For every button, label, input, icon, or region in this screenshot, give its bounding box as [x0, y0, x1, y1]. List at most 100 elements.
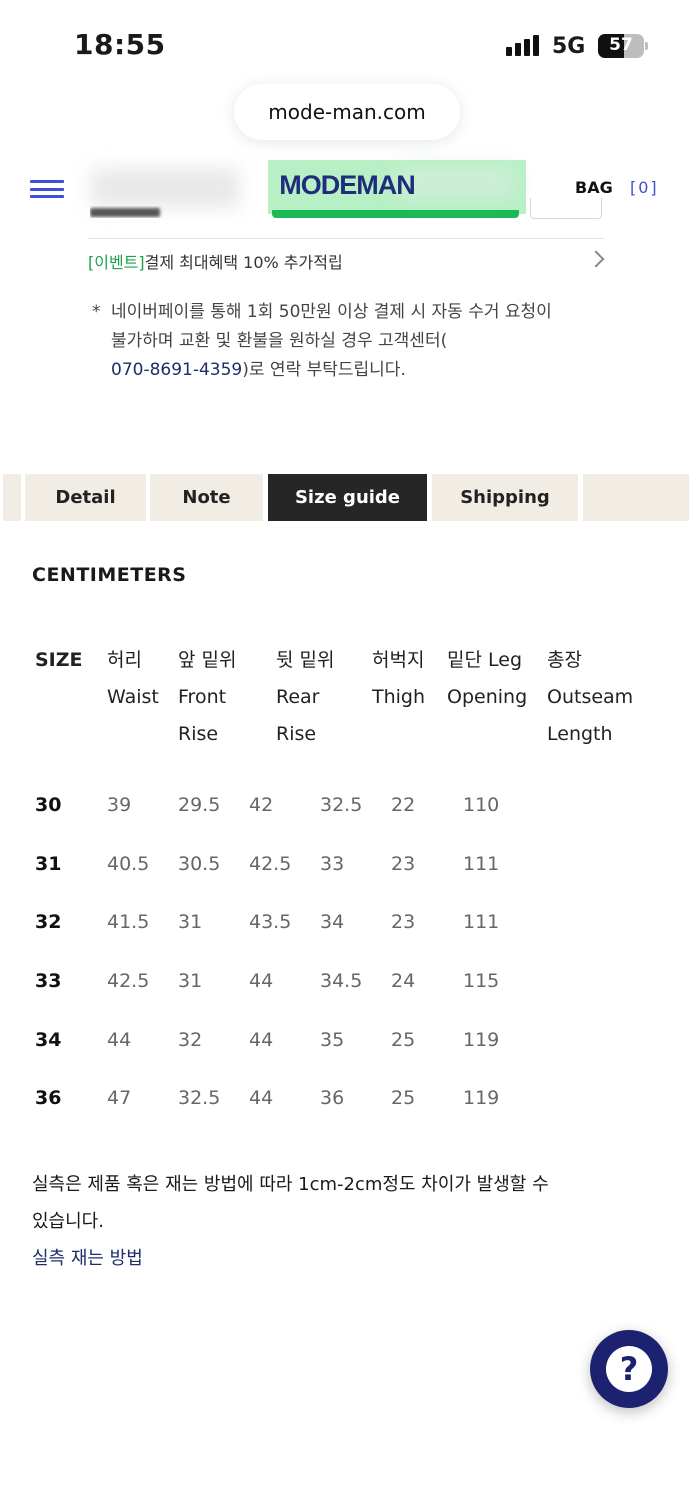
- size-header-text: 허벅지: [372, 649, 425, 671]
- bag-link[interactable]: BAG: [575, 178, 613, 197]
- size-header-text: [447, 716, 527, 753]
- address-bar[interactable]: mode-man.com: [234, 84, 460, 140]
- battery-level: 57: [609, 35, 633, 55]
- size-value: 39: [107, 794, 132, 816]
- size-value: 42.5: [249, 853, 292, 875]
- size-header-text: Rise: [178, 723, 219, 745]
- size-value: 29.5: [178, 794, 221, 816]
- size-header-text: Rise: [276, 723, 317, 745]
- naverpay-button-edge[interactable]: [272, 210, 519, 218]
- site-logo[interactable]: MODEMAN: [268, 170, 426, 201]
- size-value: 25: [391, 1087, 416, 1109]
- size-header-text: [35, 716, 83, 753]
- size-value: 115: [463, 970, 500, 992]
- asterisk: *: [92, 302, 101, 322]
- event-text: 결제 최대혜택 10% 추가적립: [144, 253, 343, 272]
- size-header-col-6: 총장 Outseam Length: [547, 642, 633, 753]
- tab-size-guide[interactable]: Size guide: [268, 474, 427, 521]
- size-value: 111: [463, 853, 500, 875]
- size-value: 25: [391, 1029, 416, 1051]
- size-value: 44: [107, 1029, 132, 1051]
- size-header-col-5: 밑단 Leg Opening: [447, 642, 527, 753]
- size-value: 47: [107, 1087, 132, 1109]
- blurred-overlay: [90, 168, 240, 208]
- tab-note[interactable]: Note: [150, 474, 263, 521]
- url-text: mode-man.com: [268, 100, 426, 124]
- menu-icon[interactable]: [30, 180, 64, 198]
- tab-partial-left[interactable]: [3, 474, 21, 521]
- size-value: 23: [391, 853, 416, 875]
- size-value: 110: [463, 794, 500, 816]
- unit-label: CENTIMETERS: [32, 564, 187, 586]
- size-value: 42.5: [107, 970, 150, 992]
- size-value: 32.5: [178, 1087, 221, 1109]
- network-type: 5G: [552, 34, 586, 59]
- size-header-text: [35, 679, 83, 716]
- event-tag: [이벤트]: [88, 253, 145, 272]
- notice-tail: )로 연락 부탁드립니다.: [242, 360, 406, 380]
- how-to-measure-link[interactable]: 실측 재는 방법: [32, 1244, 143, 1270]
- size-value: 119: [463, 1029, 500, 1051]
- cellular-signal-icon: [506, 34, 539, 56]
- size-header-text: 뒷 밑위: [276, 649, 335, 671]
- size-header-text: Rear: [276, 686, 320, 708]
- size-value: 111: [463, 911, 500, 933]
- size-label: 33: [35, 970, 62, 992]
- size-header-col-1: 허리 Waist: [107, 642, 159, 753]
- note-line-2: 있습니다.: [32, 1211, 104, 1232]
- question-icon: ?: [606, 1346, 652, 1392]
- size-header-text: Outseam: [547, 686, 634, 708]
- size-header-text: SIZE: [35, 649, 83, 671]
- size-header-text: Thigh: [372, 686, 426, 708]
- notice-line-2: 불가하며 교환 및 환불을 원하실 경우 고객센터(: [111, 331, 448, 351]
- size-value: 32.5: [320, 794, 363, 816]
- size-value: 44: [249, 1087, 274, 1109]
- size-value: 44: [249, 970, 274, 992]
- size-value: 34.5: [320, 970, 363, 992]
- size-value: 31: [178, 911, 203, 933]
- customer-center-phone[interactable]: 070-8691-4359: [111, 360, 242, 380]
- size-value: 40.5: [107, 853, 150, 875]
- size-header-text: [107, 716, 159, 753]
- divider: [88, 238, 604, 239]
- size-header-text: 총장: [547, 649, 582, 671]
- size-header-text: Waist: [107, 686, 159, 708]
- tab-shipping[interactable]: Shipping: [432, 474, 578, 521]
- notice-line-1: 네이버페이를 통해 1회 50만원 이상 결제 시 자동 수거 요청이: [111, 302, 552, 322]
- note-line-1: 실측은 제품 혹은 재는 방법에 따라 1cm-2cm정도 차이가 발생할 수: [32, 1174, 549, 1195]
- size-value: 42: [249, 794, 274, 816]
- size-value: 31: [178, 970, 203, 992]
- size-header-text: 앞 밑위: [178, 649, 237, 671]
- bag-count[interactable]: [0]: [630, 178, 659, 197]
- battery-icon: 57: [598, 34, 644, 58]
- size-header-col-4: 허벅지 Thigh: [372, 642, 425, 753]
- tab-detail[interactable]: Detail: [25, 474, 146, 521]
- size-label: 36: [35, 1087, 62, 1109]
- size-value: 33: [320, 853, 345, 875]
- size-label: 32: [35, 911, 62, 933]
- size-header-col-3: 뒷 밑위 Rear Rise: [276, 642, 334, 753]
- size-header-text: 밑단 Leg: [447, 649, 523, 671]
- size-label: 34: [35, 1029, 62, 1051]
- product-tabs: Detail Note Size guide Shipping: [0, 474, 693, 521]
- size-value: 34: [320, 911, 345, 933]
- size-value: 22: [391, 794, 416, 816]
- help-button[interactable]: ?: [590, 1330, 668, 1408]
- size-header-text: Length: [547, 723, 613, 745]
- size-header-text: [372, 716, 425, 753]
- tab-partial-right[interactable]: [583, 474, 689, 521]
- event-banner[interactable]: [이벤트] 결제 최대혜택 10% 추가적립: [88, 248, 606, 274]
- status-time: 18:55: [74, 28, 166, 61]
- size-header-col-2: 앞 밑위 Front Rise: [178, 642, 236, 753]
- size-header-col-0: SIZE: [35, 642, 83, 753]
- size-value: 30.5: [178, 853, 221, 875]
- size-value: 32: [178, 1029, 203, 1051]
- size-value: 23: [391, 911, 416, 933]
- secondary-button-edge[interactable]: [530, 198, 602, 219]
- size-value: 24: [391, 970, 416, 992]
- size-label: 31: [35, 853, 62, 875]
- size-value: 35: [320, 1029, 345, 1051]
- size-label: 30: [35, 794, 62, 816]
- size-header-text: 허리: [107, 649, 142, 671]
- size-value: 44: [249, 1029, 274, 1051]
